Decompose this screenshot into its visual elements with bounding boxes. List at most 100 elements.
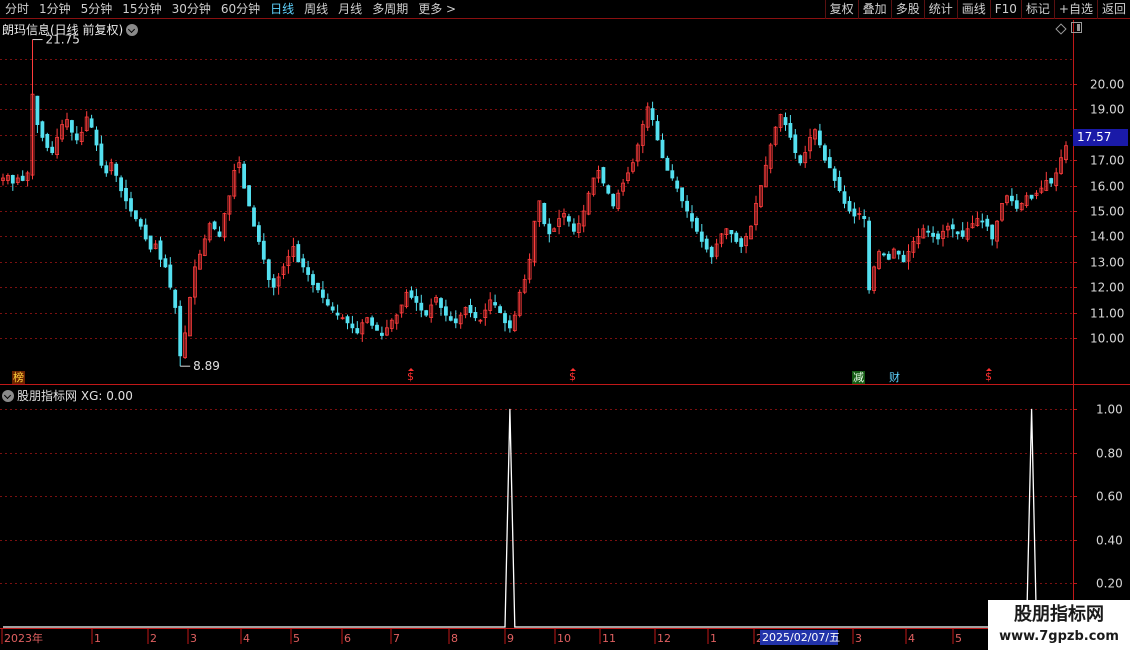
candle-body [936, 233, 940, 240]
bang-marker[interactable]: 榜 [12, 371, 25, 384]
dollar-marker[interactable]: $ [569, 368, 576, 383]
diamond-icon[interactable] [1055, 23, 1067, 35]
watermark-title: 股朋指标网 [1014, 604, 1104, 625]
candle-body [325, 299, 330, 306]
candle-body [695, 217, 699, 232]
candle-body [1029, 194, 1034, 199]
candle-body [606, 185, 611, 194]
indicator-value: XG: 0.00 [80, 389, 133, 403]
candle-body [158, 240, 163, 260]
candle-body [503, 313, 507, 324]
candle-body [168, 264, 173, 288]
cursor-date-tag: 2025/02/07/五 [760, 630, 841, 645]
candle-body [867, 220, 871, 291]
indicator-name: 股朋指标网 [17, 389, 78, 403]
chevron-down-icon[interactable] [126, 24, 139, 36]
candle-body [798, 155, 803, 164]
candle-body [690, 213, 694, 222]
candle-body [827, 157, 832, 169]
candle-body [316, 282, 320, 291]
candle-body [468, 304, 473, 313]
candle-body [793, 134, 798, 153]
time-label: 5 [293, 632, 300, 645]
candle-body [350, 323, 355, 329]
y-tick-label: 20.00 [1090, 78, 1124, 92]
candle-body [473, 311, 478, 319]
candle-body [675, 180, 680, 189]
candle-body [379, 332, 384, 336]
y-tick-label: 15.00 [1090, 205, 1124, 219]
candle-body [1014, 200, 1019, 209]
candle-body [852, 208, 857, 217]
main-panel-title: 朗玛信息(日线 前复权) [2, 21, 139, 38]
candle-body [266, 259, 271, 280]
candle-body [261, 240, 266, 260]
candle-body [217, 231, 222, 237]
time-label: 6 [344, 632, 351, 645]
candle-body [498, 306, 503, 314]
candle-body [832, 168, 837, 181]
y-tick-label: 14.00 [1090, 230, 1124, 244]
candle-body [424, 310, 429, 316]
dollar-marker[interactable]: $ [407, 368, 414, 383]
panel-icons [1055, 22, 1082, 35]
candle-body [439, 298, 443, 308]
low-label: 8.89 [193, 359, 220, 373]
candle-body [886, 253, 891, 260]
jian-marker[interactable]: 减 [852, 371, 865, 384]
candle-body [823, 145, 827, 161]
y-tick-label: 13.00 [1090, 256, 1124, 270]
indicator-tick-label: 0.80 [1096, 447, 1123, 461]
candle-body [40, 121, 45, 138]
candle-body [129, 198, 133, 212]
candle-body [542, 202, 547, 225]
time-label: 4 [243, 632, 250, 645]
candle-body [734, 232, 739, 242]
time-label: 7 [393, 632, 400, 645]
candle-body [739, 238, 744, 247]
candle-body [163, 258, 168, 268]
candle-body [862, 215, 867, 219]
dollar-marker[interactable]: $ [985, 368, 992, 383]
candle-body [980, 220, 985, 223]
y-tick-label: 19.00 [1090, 103, 1124, 117]
candle-body [818, 130, 822, 146]
candle-body [650, 108, 655, 120]
candle-body [931, 232, 935, 237]
time-label: 1 [94, 632, 101, 645]
candle-body [950, 224, 955, 230]
candle-body [611, 193, 616, 207]
indicator-panel-title: 股朋指标网 XG: 0.00 [2, 387, 133, 404]
candle-body [960, 230, 965, 237]
candle-body [709, 246, 714, 258]
candle-body [119, 177, 123, 192]
candle-body [1010, 195, 1014, 202]
candle-body [1049, 178, 1054, 184]
y-tick-label: 17.00 [1090, 154, 1124, 168]
candle-body [256, 225, 261, 242]
stock-chart[interactable]: 20.0019.0018.0017.0016.0015.0014.0013.00… [0, 0, 1130, 650]
candle-body [138, 219, 143, 227]
y-tick-label: 11.00 [1090, 307, 1124, 321]
candle-body [212, 221, 217, 230]
candle-body [370, 317, 375, 326]
panel-toggle-icon[interactable] [1071, 22, 1082, 33]
candle-body [296, 244, 301, 263]
candle-body [926, 230, 931, 233]
candle-body [375, 324, 379, 331]
cai-marker[interactable]: 财 [888, 371, 901, 384]
time-label: 3 [855, 632, 862, 645]
candle-body [847, 200, 852, 212]
candle-body [665, 157, 670, 171]
candle-body [704, 238, 709, 250]
candle-body [143, 224, 148, 240]
candle-body [572, 223, 576, 232]
candle-body [842, 191, 847, 204]
chevron-down-icon[interactable] [2, 390, 14, 402]
candle-body [448, 316, 453, 321]
candle-body [414, 296, 419, 303]
candle-body [94, 129, 99, 146]
y-tick-label: 12.00 [1090, 281, 1124, 295]
current-price-tag: 17.57 [1073, 129, 1128, 146]
y-tick-label: 10.00 [1090, 332, 1124, 346]
